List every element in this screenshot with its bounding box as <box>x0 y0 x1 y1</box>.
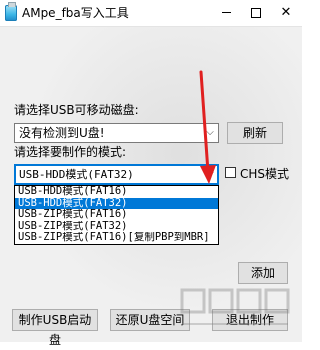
mode-select-value: USB-HDD模式(FAT32) <box>19 168 134 181</box>
mode-select[interactable]: USB-HDD模式(FAT32) ⌵ <box>14 164 219 185</box>
dropdown-option-selected[interactable]: USB-HDD模式(FAT32) <box>15 197 218 210</box>
dropdown-option[interactable]: USB-ZIP模式(FAT16)[复制PBP到MBR] <box>15 232 218 244</box>
chs-label: CHS模式 <box>240 167 290 181</box>
make-usb-boot-button[interactable]: 制作USB启动盘 <box>12 309 98 347</box>
close-icon: ✕ <box>280 5 292 20</box>
refresh-button[interactable]: 刷新 <box>227 122 283 144</box>
close-button[interactable]: ✕ <box>270 0 302 26</box>
chevron-down-icon[interactable]: ⌵ <box>202 124 218 142</box>
disk-select-value: 没有检测到U盘! <box>19 126 105 140</box>
usb-drive-icon <box>5 2 17 21</box>
minimize-icon <box>221 12 231 13</box>
dropdown-option[interactable]: USB-ZIP模式(FAT32) <box>15 221 218 233</box>
disk-select[interactable]: 没有检测到U盘! ⌵ <box>14 123 219 143</box>
add-button[interactable]: 添加 <box>238 262 288 284</box>
maximize-button[interactable] <box>240 0 272 26</box>
dropdown-option[interactable]: USB-ZIP模式(FAT16) <box>15 209 218 221</box>
chs-checkbox[interactable] <box>225 167 236 178</box>
mode-select-label: 请选择要制作的模式: <box>14 145 127 159</box>
chevron-down-icon[interactable]: ⌵ <box>202 165 218 183</box>
mode-dropdown-list: USB-HDD模式(FAT16) USB-HDD模式(FAT32) USB-ZI… <box>14 185 219 245</box>
title-bar: AMpe_fba写入工具 ✕ <box>0 0 302 27</box>
window-title: AMpe_fba写入工具 <box>22 6 129 20</box>
maximize-icon <box>251 7 261 18</box>
usb-select-label: 请选择USB可移动磁盘: <box>14 103 139 117</box>
dropdown-option[interactable]: USB-HDD模式(FAT16) <box>15 186 218 198</box>
watermark-logo <box>180 288 290 325</box>
minimize-button[interactable] <box>210 0 242 26</box>
